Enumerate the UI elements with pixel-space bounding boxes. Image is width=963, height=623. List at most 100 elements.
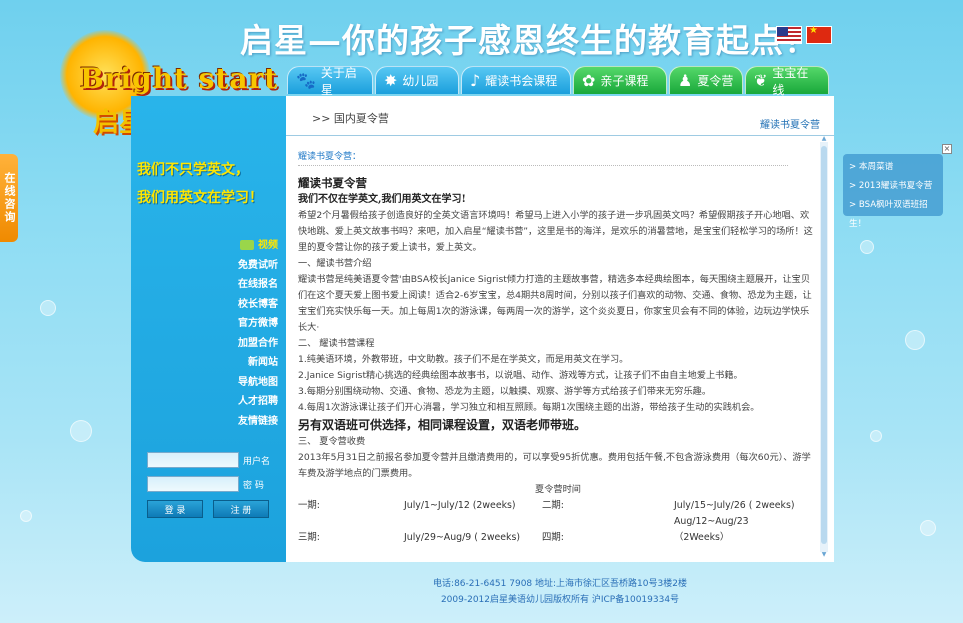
header-slogan: 启星—你的孩子感恩终生的教育起点！ [240,21,818,60]
tab-reading-course[interactable]: ♪ 耀读书会课程 [461,66,571,94]
dancer-icon: ♟ [678,70,693,90]
floating-news-box: > 本周菜谱 > 2013耀读书夏令营 > BSA枫叶双语班招生！ [843,154,943,229]
water-drop [20,510,32,522]
username-input[interactable] [147,452,239,468]
content-header: >> 国内夏令营 耀读书夏令营 [286,96,834,136]
sub-category-link[interactable]: 耀读书夏令营： [298,149,361,162]
sidebar-link-principal-blog[interactable]: 校长博客 [238,295,278,315]
tab-summer-camp[interactable]: ♟ 夏令营 [669,66,743,94]
tab-baby-online[interactable]: ❦ 宝宝在线 [745,66,829,97]
tab-label: 耀读书会课程 [485,74,558,88]
footer-copyright: 2009-2012启星美语幼儿园版权所有 沪ICP备10019334号 [440,595,680,605]
period-dates: Aug/12~Aug/23 [674,516,749,527]
article-intro: 希望2个月暑假给孩子创造良好的全英文语言环境吗！希望马上进入小学的孩子进一步巩固… [298,210,813,253]
water-drop [870,430,882,442]
motto-line: 我们不只学英文， [137,162,249,178]
tab-label: 亲子课程 [600,74,649,88]
period-dates [404,514,542,530]
sidebar-link-jobs[interactable]: 人才招聘 [238,392,278,412]
music-note-icon: ♪ [470,70,481,90]
motto-line: 我们用英文在学习！ [137,190,263,206]
left-sidebar: 我们不只学英文， 我们用英文在学习！ 视频 免费试听 在线报名 校长博客 官方微… [131,96,286,562]
schedule-title: 夏令营时间 [535,484,581,495]
family-icon: ✿ [582,70,596,90]
summer-camp-link[interactable]: 耀读书夏令营 [760,116,820,131]
online-consult-tab[interactable]: 在线咨询 [0,154,18,242]
video-icon [240,240,254,250]
paw-icon: 🐾 [296,70,316,90]
password-input[interactable] [147,476,239,492]
main-content: >> 国内夏令营 耀读书夏令营 耀读书夏令营： 耀读书夏令营 我们不仅在学英文,… [286,96,834,562]
highlight-note: 另有双语班可供选择，相同课程设置，双语老师带班。 [298,418,587,432]
sidebar-motto: 我们不只学英文， 我们用英文在学习！ [137,156,283,212]
username-label: 用户名 [243,456,271,467]
water-drop [40,300,56,316]
float-link-camp[interactable]: > 2013耀读书夏令营 [849,177,937,196]
period-dates: July/29~Aug/9 ( 2weeks) [404,532,520,543]
register-button[interactable]: 注 册 [213,500,269,518]
water-drop [860,240,874,254]
period-label: 四期: [542,532,564,543]
course-item: 3.每期分别围绕动物、交通、食物、恐龙为主题，以触摸、观察、游学等方式给孩子们带… [298,386,712,397]
period-dates: （2Weeks） [674,532,730,543]
section-title: 二、 耀读书营课程 [298,338,375,349]
login-button[interactable]: 登 录 [147,500,203,518]
period-label: 三期: [298,532,320,543]
water-drop [70,420,92,442]
course-item: 2.Janice Sigrist精心挑选的经典绘图本故事书，以说唱、动作、游戏等… [298,370,743,381]
sidebar-link-label: 视频 [258,240,278,251]
scroll-down-icon[interactable]: ▼ [820,552,828,558]
login-form: 用户名 密 码 登 录 注 册 [147,452,277,518]
water-drop [905,330,925,350]
tab-about[interactable]: 🐾 关于启星 [287,66,373,97]
table-row: Aug/12~Aug/23 [298,514,818,530]
float-link-menu[interactable]: > 本周菜谱 [849,158,937,177]
article-title: 耀读书夏令营 [298,176,367,190]
water-drop [920,520,936,536]
scrollbar[interactable]: ▲ ▼ [820,136,828,558]
tab-label: 宝宝在线 [772,65,809,97]
period-label [298,514,404,530]
main-nav: 🐾 关于启星 ✸ 幼儿园 ♪ 耀读书会课程 ✿ 亲子课程 ♟ 夏令营 ❦ 宝宝在… [287,66,829,97]
sidebar-link-franchise[interactable]: 加盟合作 [238,334,278,354]
us-flag-icon[interactable] [776,26,802,44]
section-title: 一、耀读书营介绍 [298,258,372,269]
password-label: 密 码 [243,480,264,491]
footer: 电话:86-21-6451 7908 地址:上海市徐汇区吾桥路10号3楼2楼 2… [286,576,834,608]
tab-kindergarten[interactable]: ✸ 幼儿园 [375,66,459,94]
breadcrumb: >> 国内夏令营 [312,112,389,125]
footer-contact: 电话:86-21-6451 7908 地址:上海市徐汇区吾桥路10号3楼2楼 [433,579,687,589]
float-link-bilingual[interactable]: > BSA枫叶双语班招生！ [849,196,937,229]
section-title: 三、 夏令营收费 [298,436,366,447]
sidebar-link-video[interactable]: 视频 [238,236,278,256]
course-item: 4.每周1次游泳课让孩子们开心消暑，学习独立和相互照顾。每期1次围绕主题的出游，… [298,402,760,413]
tab-label: 关于启星 [320,65,357,97]
period-dates: July/1~July/12 (2weeks) [404,500,516,511]
scrollbar-thumb[interactable] [821,146,827,544]
tab-label: 幼儿园 [402,74,439,88]
sidebar-link-weibo[interactable]: 官方微博 [238,314,278,334]
article-lead: 我们不仅在学英文,我们用英文在学习! [298,194,466,205]
sidebar-link-friends[interactable]: 友情链接 [238,412,278,432]
table-row: 一期: July/1~July/12 (2weeks) 二期: July/15~… [298,498,818,514]
tab-parent-child[interactable]: ✿ 亲子课程 [573,66,667,94]
table-row: 三期: July/29~Aug/9 ( 2weeks) 四期: （2Weeks） [298,530,818,546]
course-item: 1.纯美语环境，外教带班，中文助教。孩子们不是在学英文，而是用英文在学习。 [298,354,629,365]
period-label: 二期: [542,500,564,511]
close-icon[interactable]: × [942,144,952,154]
section-body: 2013年5月31日之前报名参加夏令营并且缴清费用的，可以享受95折优惠。费用包… [298,452,811,479]
schedule-table: 一期: July/1~July/12 (2weeks) 二期: July/15~… [298,498,818,546]
section-body: 耀读书营是纯美语夏令营'由BSA校长Janice Sigrist倾力打造的主题故… [298,274,812,333]
sidebar-link-register[interactable]: 在线报名 [238,275,278,295]
china-flag-icon[interactable] [806,25,832,44]
language-switcher [776,25,832,44]
sidebar-link-news[interactable]: 新闻站 [238,353,278,373]
bow-icon: ❦ [754,70,768,90]
sidebar-link-free-trial[interactable]: 免费试听 [238,256,278,276]
divider [298,165,788,166]
sidebar-link-map[interactable]: 导航地图 [238,373,278,393]
tab-label: 夏令营 [697,74,734,88]
scroll-up-icon[interactable]: ▲ [820,136,828,142]
sidebar-links: 视频 免费试听 在线报名 校长博客 官方微博 加盟合作 新闻站 导航地图 人才招… [238,236,278,431]
period-label: 一期: [298,500,320,511]
